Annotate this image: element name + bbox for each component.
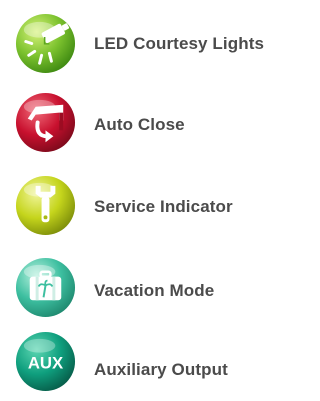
wrench-icon bbox=[14, 174, 77, 237]
feature-auxiliary-output: AUX Auxiliary Output bbox=[0, 320, 294, 400]
suitcase-icon bbox=[14, 256, 77, 319]
feature-label: LED Courtesy Lights bbox=[94, 34, 265, 53]
feature-label: Auto Close bbox=[94, 115, 185, 134]
feature-auto-close: Auto Close bbox=[0, 82, 294, 162]
aux-icon: AUX bbox=[14, 330, 77, 393]
feature-label: Service Indicator bbox=[94, 197, 233, 216]
feature-label: Vacation Mode bbox=[94, 281, 215, 300]
feature-label: Auxiliary Output bbox=[94, 360, 228, 379]
svg-text:L: L bbox=[43, 35, 50, 47]
aux-icon-text: AUX bbox=[28, 353, 63, 372]
feature-vacation-mode: Vacation Mode bbox=[0, 246, 294, 326]
led-light-bulb-icon: L bbox=[14, 12, 77, 75]
auto-close-garage-door-icon bbox=[14, 91, 77, 154]
feature-list: { "features": [ {"label": "LED Courtesy … bbox=[0, 0, 294, 401]
feature-service-indicator: Service Indicator bbox=[0, 164, 294, 244]
feature-led-courtesy-lights: L LED Courtesy Lights bbox=[0, 0, 294, 80]
